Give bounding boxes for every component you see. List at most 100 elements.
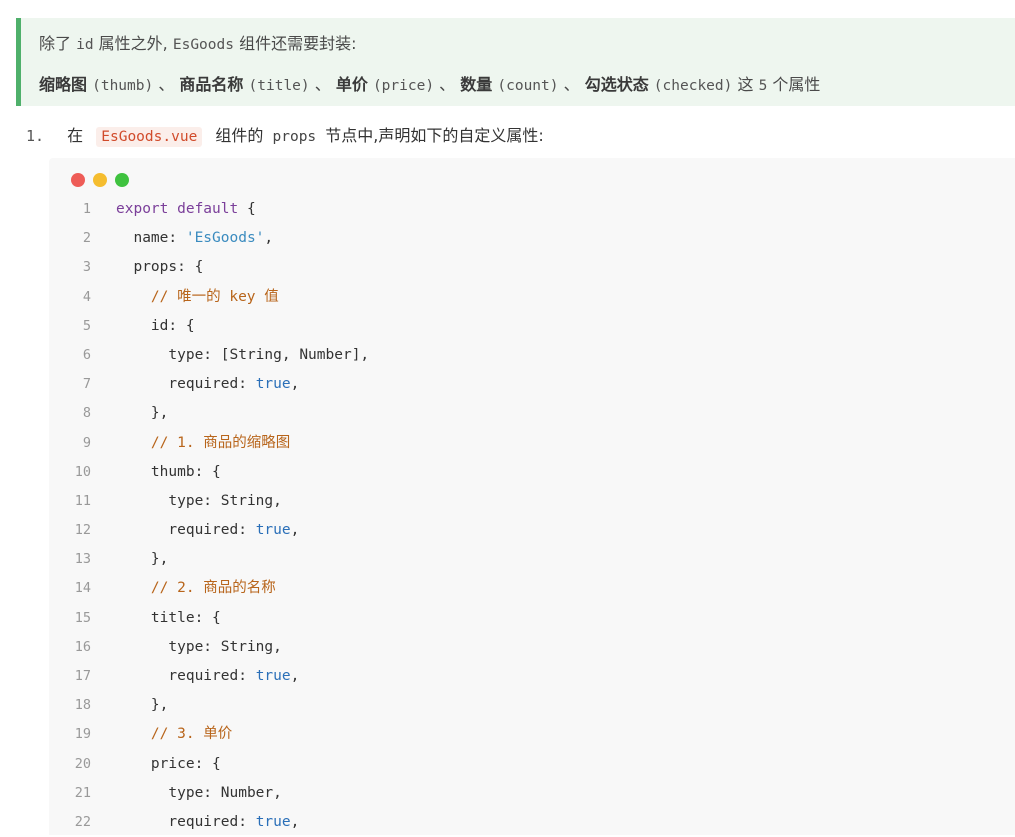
code-token: // 1. 商品的缩略图 [116,434,291,451]
green-dot-icon [115,173,129,187]
code-token: export default [116,201,239,217]
code-token: type: String, [116,638,282,655]
step-text: 节点中,声明如下的自定义属性: [325,126,544,145]
label-checked: 勾选状态 [584,75,649,94]
line-number: 20 [74,755,91,772]
code-token: // 唯一的 key 值 [116,288,279,305]
code-token: id: { [116,317,195,334]
code-line: 9 // 1. 商品的缩略图 [49,429,1015,458]
line-number: 15 [74,609,91,626]
code-token: , [290,376,300,393]
line-number: 22 [74,813,91,830]
code-token: type: [String, Number], [116,346,370,363]
code-line: 7 required: true, [49,370,1015,399]
code-token: props: { [116,259,204,276]
code-price: (price) [372,78,435,94]
code-line: 12 required: true, [49,516,1015,545]
line-number: 2 [82,230,91,247]
code-token: }, [116,697,169,714]
tip-text: 属性之外, [98,34,168,53]
code-line: 15 title: { [49,604,1015,633]
code-token: }, [116,405,169,422]
tip-text: 这 [737,75,754,94]
line-number: 7 [82,376,91,393]
code-token: name: [116,230,186,247]
code-token: , [290,813,300,830]
line-number: 10 [74,463,91,480]
code-line: 21 type: Number, [49,779,1015,808]
separator: 、 [439,75,456,94]
step-number: 1. [26,127,45,145]
yellow-dot-icon [93,173,107,187]
code-block[interactable]: 1 export default {2 name: 'EsGoods', 3 pro… [49,158,1015,835]
code-token: true [255,522,291,539]
code-token: true [255,376,291,393]
code-checked: (checked) [653,78,733,94]
props-code: props [272,129,317,145]
code-title: (title) [248,78,310,94]
code-token: 'EsGoods' [185,230,265,247]
code-token: required: [116,522,256,539]
code-line: 8 }, [49,399,1015,428]
code-token: price: { [116,755,221,772]
step-text: 在 [67,126,84,145]
separator: 、 [563,75,580,94]
count-number: 5 [758,78,768,94]
tip-line-1: 除了 id 属性之外, EsGoods 组件还需要封装: [39,30,356,54]
code-token: , [290,522,300,539]
code-token: , [290,668,300,684]
label-price: 单价 [335,75,368,94]
line-number: 8 [82,405,91,422]
code-line: 19 // 3. 单价 [49,720,1015,749]
code-token: }, [116,551,169,568]
code-token: true [255,668,291,684]
line-number: 19 [74,726,91,743]
tip-box: 除了 id 属性之外, EsGoods 组件还需要封装: 缩略图 (thumb)… [16,18,1015,106]
code-token: // 3. 单价 [116,726,233,743]
code-line: 6 type: [String, Number], [49,341,1015,370]
red-dot-icon [71,173,85,187]
window-dots [71,172,137,191]
code-line: 1 export default { [49,195,1015,224]
code-token: required: [116,668,256,684]
line-number: 14 [74,580,91,597]
code-line: 22 required: true, [49,808,1015,837]
code-line: 10 thumb: { [49,458,1015,487]
code-line: 5 id: { [49,312,1015,341]
code-thumb: (thumb) [92,78,154,94]
code-line: 3 props: { [49,253,1015,282]
code-token: title: { [116,609,221,626]
code-line: 2 name: 'EsGoods', [49,224,1015,253]
line-number: 12 [74,522,91,539]
line-number: 3 [82,259,91,276]
code-lines: 1 export default {2 name: 'EsGoods', 3 pro… [49,195,1015,837]
label-count: 数量 [460,75,493,94]
line-number: 16 [74,638,91,655]
tip-text: 除了 [39,34,72,53]
code-line: 4 // 唯一的 key 值 [49,283,1015,312]
step-text: 组件的 [215,126,264,145]
code-line: 17 required: true, [49,662,1015,691]
code-token: // 2. 商品的名称 [116,580,276,597]
code-token: type: Number, [116,784,282,801]
line-number: 17 [74,668,91,684]
separator: 、 [158,75,175,94]
tip-text: 个属性 [772,75,821,94]
code-line: 13 }, [49,545,1015,574]
code-line: 20 price: { [49,750,1015,779]
line-number: 5 [82,317,91,334]
code-line: 18 }, [49,691,1015,720]
separator: 、 [314,75,331,94]
label-title: 商品名称 [179,75,244,94]
line-number: 6 [82,346,91,363]
label-thumb: 缩略图 [39,75,88,94]
code-token: true [255,813,291,830]
code-component: EsGoods [172,37,234,53]
file-name-code: EsGoods.vue [96,127,203,147]
line-number: 18 [74,697,91,714]
tip-text: 组件还需要封装: [239,34,357,53]
code-count: (count) [497,78,559,94]
code-line: 14 // 2. 商品的名称 [49,574,1015,603]
code-id: id [76,37,94,53]
line-number: 1 [82,201,91,217]
